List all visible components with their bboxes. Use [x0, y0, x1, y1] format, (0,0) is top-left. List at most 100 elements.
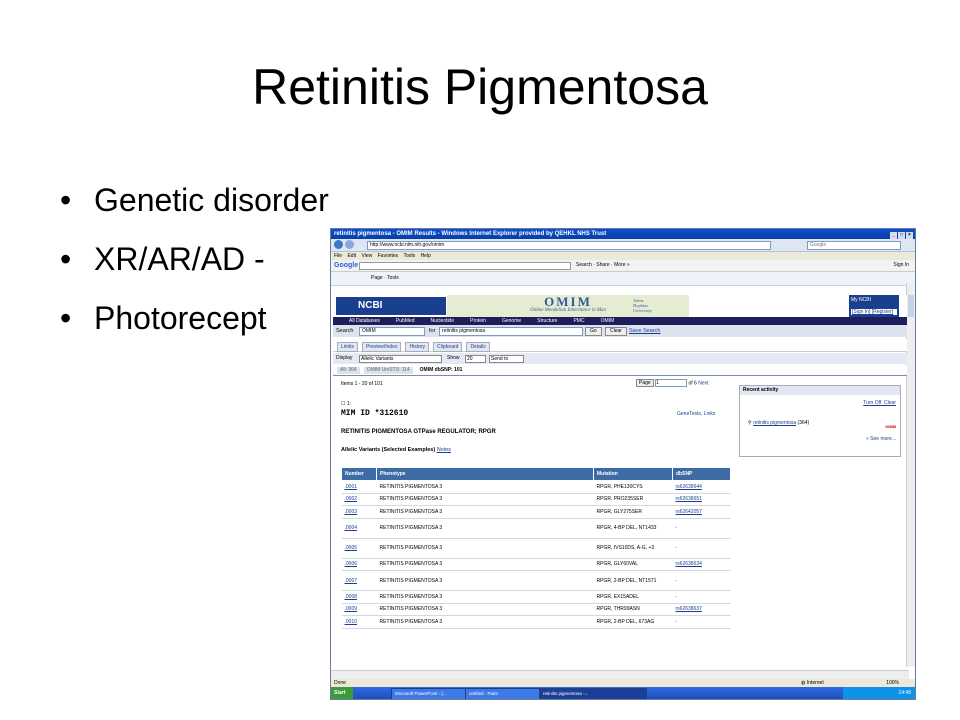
horizontal-scrollbar[interactable] [331, 670, 909, 679]
address-input[interactable]: http://www.ncbi.nlm.nih.gov/omim [367, 241, 771, 250]
notes-link[interactable]: Notes [437, 447, 451, 453]
page-menu[interactable]: Page [371, 275, 383, 281]
forward-icon[interactable] [345, 240, 354, 249]
menu-help[interactable]: Help [421, 253, 431, 259]
toolbar-more-button[interactable]: More » [614, 262, 630, 268]
tab-clipboard[interactable]: Clipboard [433, 342, 463, 352]
nav-item[interactable]: Nucleotide [430, 317, 454, 325]
variant-dbsnp-link[interactable]: rs62638634 [672, 558, 731, 571]
table-row: .0007 RETINITIS PIGMENTOSA 3 RPGR, 2-BP DE… [341, 570, 731, 591]
tools-menu[interactable]: Tools [387, 275, 399, 281]
show-select[interactable]: 20 [465, 355, 486, 363]
ncbi-signin-link[interactable]: [Sign In] [Register] [851, 309, 897, 315]
maximize-icon[interactable]: □ [898, 232, 905, 239]
nav-item[interactable]: Genome [502, 317, 521, 325]
tab-omim-dbsnp[interactable]: OMIM dbSNP: 101 [416, 367, 466, 374]
table-row: .0005 RETINITIS PIGMENTOSA 3 RPGR, IVS10DS… [341, 538, 731, 559]
variant-number-link[interactable]: .0006 [341, 558, 377, 571]
task-powerpoint[interactable]: Microsoft PowerPoint - [... [391, 688, 469, 699]
send-to-select[interactable]: Send to [489, 355, 524, 363]
variant-number-link[interactable]: .0009 [341, 603, 377, 616]
next-link[interactable]: Next [698, 380, 708, 386]
recent-activity-panel: Recent activity Turn Off Clear ⚲ retinit… [739, 385, 901, 457]
nav-item[interactable]: PubMed [396, 317, 415, 325]
nav-item[interactable]: Structure [537, 317, 557, 325]
col-phenotype: Phenotype [376, 467, 594, 481]
window-titlebar: retinitis pigmentosa - OMIM Results - Wi… [331, 229, 915, 239]
tab-omim-unists[interactable]: OMIM UniSTS: 114 [363, 367, 413, 374]
browser-search-input[interactable]: Google [807, 241, 901, 250]
ncbi-logo[interactable]: NCBI [336, 297, 446, 315]
variant-number-link[interactable]: .0010 [341, 615, 377, 629]
table-row: .0004 RETINITIS PIGMENTOSA 3 RPGR, 4-BP DE… [341, 518, 731, 539]
my-ncbi-link[interactable]: My NCBI [851, 297, 897, 303]
tab-details[interactable]: Details [466, 342, 490, 352]
tab-all[interactable]: All: 364 [337, 367, 360, 374]
turn-off-link[interactable]: Turn Off [863, 400, 881, 406]
variant-dbsnp-link[interactable]: rs62638651 [672, 493, 731, 506]
toolbar-search-button[interactable]: Search [576, 262, 592, 268]
database-select[interactable]: OMIM [359, 327, 425, 336]
menu-favorites[interactable]: Favorites [378, 253, 399, 259]
see-more-link[interactable]: » See more... [866, 436, 896, 442]
variant-number-link[interactable]: .0008 [341, 590, 377, 604]
go-button[interactable]: Go [585, 327, 602, 336]
toolbar-share-button[interactable]: Share [596, 262, 609, 268]
variant-dbsnp-link[interactable]: rs62638644 [672, 480, 731, 494]
variant-number-link[interactable]: .0001 [341, 480, 377, 494]
variant-dbsnp-link[interactable]: rs62642057 [672, 505, 731, 519]
window-title: retinitis pigmentosa - OMIM Results - Wi… [334, 231, 607, 237]
variant-number-link[interactable]: .0003 [341, 505, 377, 519]
variant-phenotype: RETINITIS PIGMENTOSA 3 [376, 603, 594, 616]
start-button[interactable]: Start [331, 687, 353, 699]
variant-mutation: RPGR, PRO235SER [593, 493, 673, 506]
jhu-label: Johns Hopkins University [633, 298, 652, 313]
for-label: for [429, 328, 436, 334]
tab-history[interactable]: History [405, 342, 430, 352]
recent-item-link[interactable]: retinitis pigmentosa [753, 420, 796, 426]
entry-checkbox[interactable]: ☐ 1: [341, 401, 351, 407]
clear-link[interactable]: Clear [884, 400, 896, 406]
nav-item[interactable]: All Databases [349, 317, 380, 325]
close-icon[interactable]: × [906, 232, 913, 239]
variant-number-link[interactable]: .0002 [341, 493, 377, 506]
nav-item[interactable]: OMIM [601, 317, 615, 325]
task-browser[interactable]: retinitis pigmentosa -... [539, 688, 647, 699]
variant-number-link[interactable]: .0007 [341, 570, 377, 591]
recent-item[interactable]: ⚲ retinitis pigmentosa (364) [748, 420, 809, 426]
toolbar-signin[interactable]: Sign In [893, 260, 909, 271]
table-row: .0009 RETINITIS PIGMENTOSA 3 RPGR, THR99AS… [341, 603, 731, 616]
status-bar: Done ◍ Internet 100% [331, 679, 915, 687]
search-input[interactable]: retinitis pigmentosa [439, 327, 583, 336]
nav-item[interactable]: Protein [470, 317, 486, 325]
minimize-icon[interactable]: _ [890, 232, 897, 239]
variant-number-link[interactable]: .0004 [341, 518, 377, 539]
scroll-thumb[interactable] [908, 295, 914, 317]
tab-preview-index[interactable]: Preview/Index [362, 342, 402, 352]
save-search-link[interactable]: Save Search [629, 325, 661, 337]
zoom-level[interactable]: 100% [886, 679, 899, 687]
menu-tools[interactable]: Tools [403, 253, 415, 259]
variant-number-link[interactable]: .0005 [341, 538, 377, 559]
clear-button[interactable]: Clear [605, 327, 627, 336]
nav-item[interactable]: PMC [573, 317, 584, 325]
items-count: Items 1 - 20 of 101 [341, 381, 383, 387]
display-controls: Display Allelic Variants Show 20 Send to [333, 353, 907, 364]
menu-edit[interactable]: Edit [347, 253, 356, 259]
google-toolbar: Google Search · Share · More » Sign In [331, 260, 915, 272]
display-select[interactable]: Allelic Variants [359, 355, 442, 363]
google-toolbar-input[interactable] [359, 262, 571, 270]
genetests-links[interactable]: GeneTests, Links [677, 411, 715, 417]
vertical-scrollbar[interactable] [906, 283, 915, 667]
bullet-item: XR/AR/AD - [60, 235, 329, 294]
task-paint[interactable]: untitled - Paint [465, 688, 543, 699]
menu-view[interactable]: View [361, 253, 372, 259]
menu-file[interactable]: File [334, 253, 342, 259]
tab-limits[interactable]: Limits [337, 342, 359, 352]
address-bar: http://www.ncbi.nlm.nih.gov/omim Google [331, 239, 915, 252]
page-button[interactable]: Page [636, 379, 654, 388]
back-icon[interactable] [334, 240, 343, 249]
variant-mutation: RPGR, PHE130CYS [593, 480, 673, 494]
variant-dbsnp-link[interactable]: rs62638637 [672, 603, 731, 616]
page-input[interactable]: 1 [655, 379, 688, 387]
